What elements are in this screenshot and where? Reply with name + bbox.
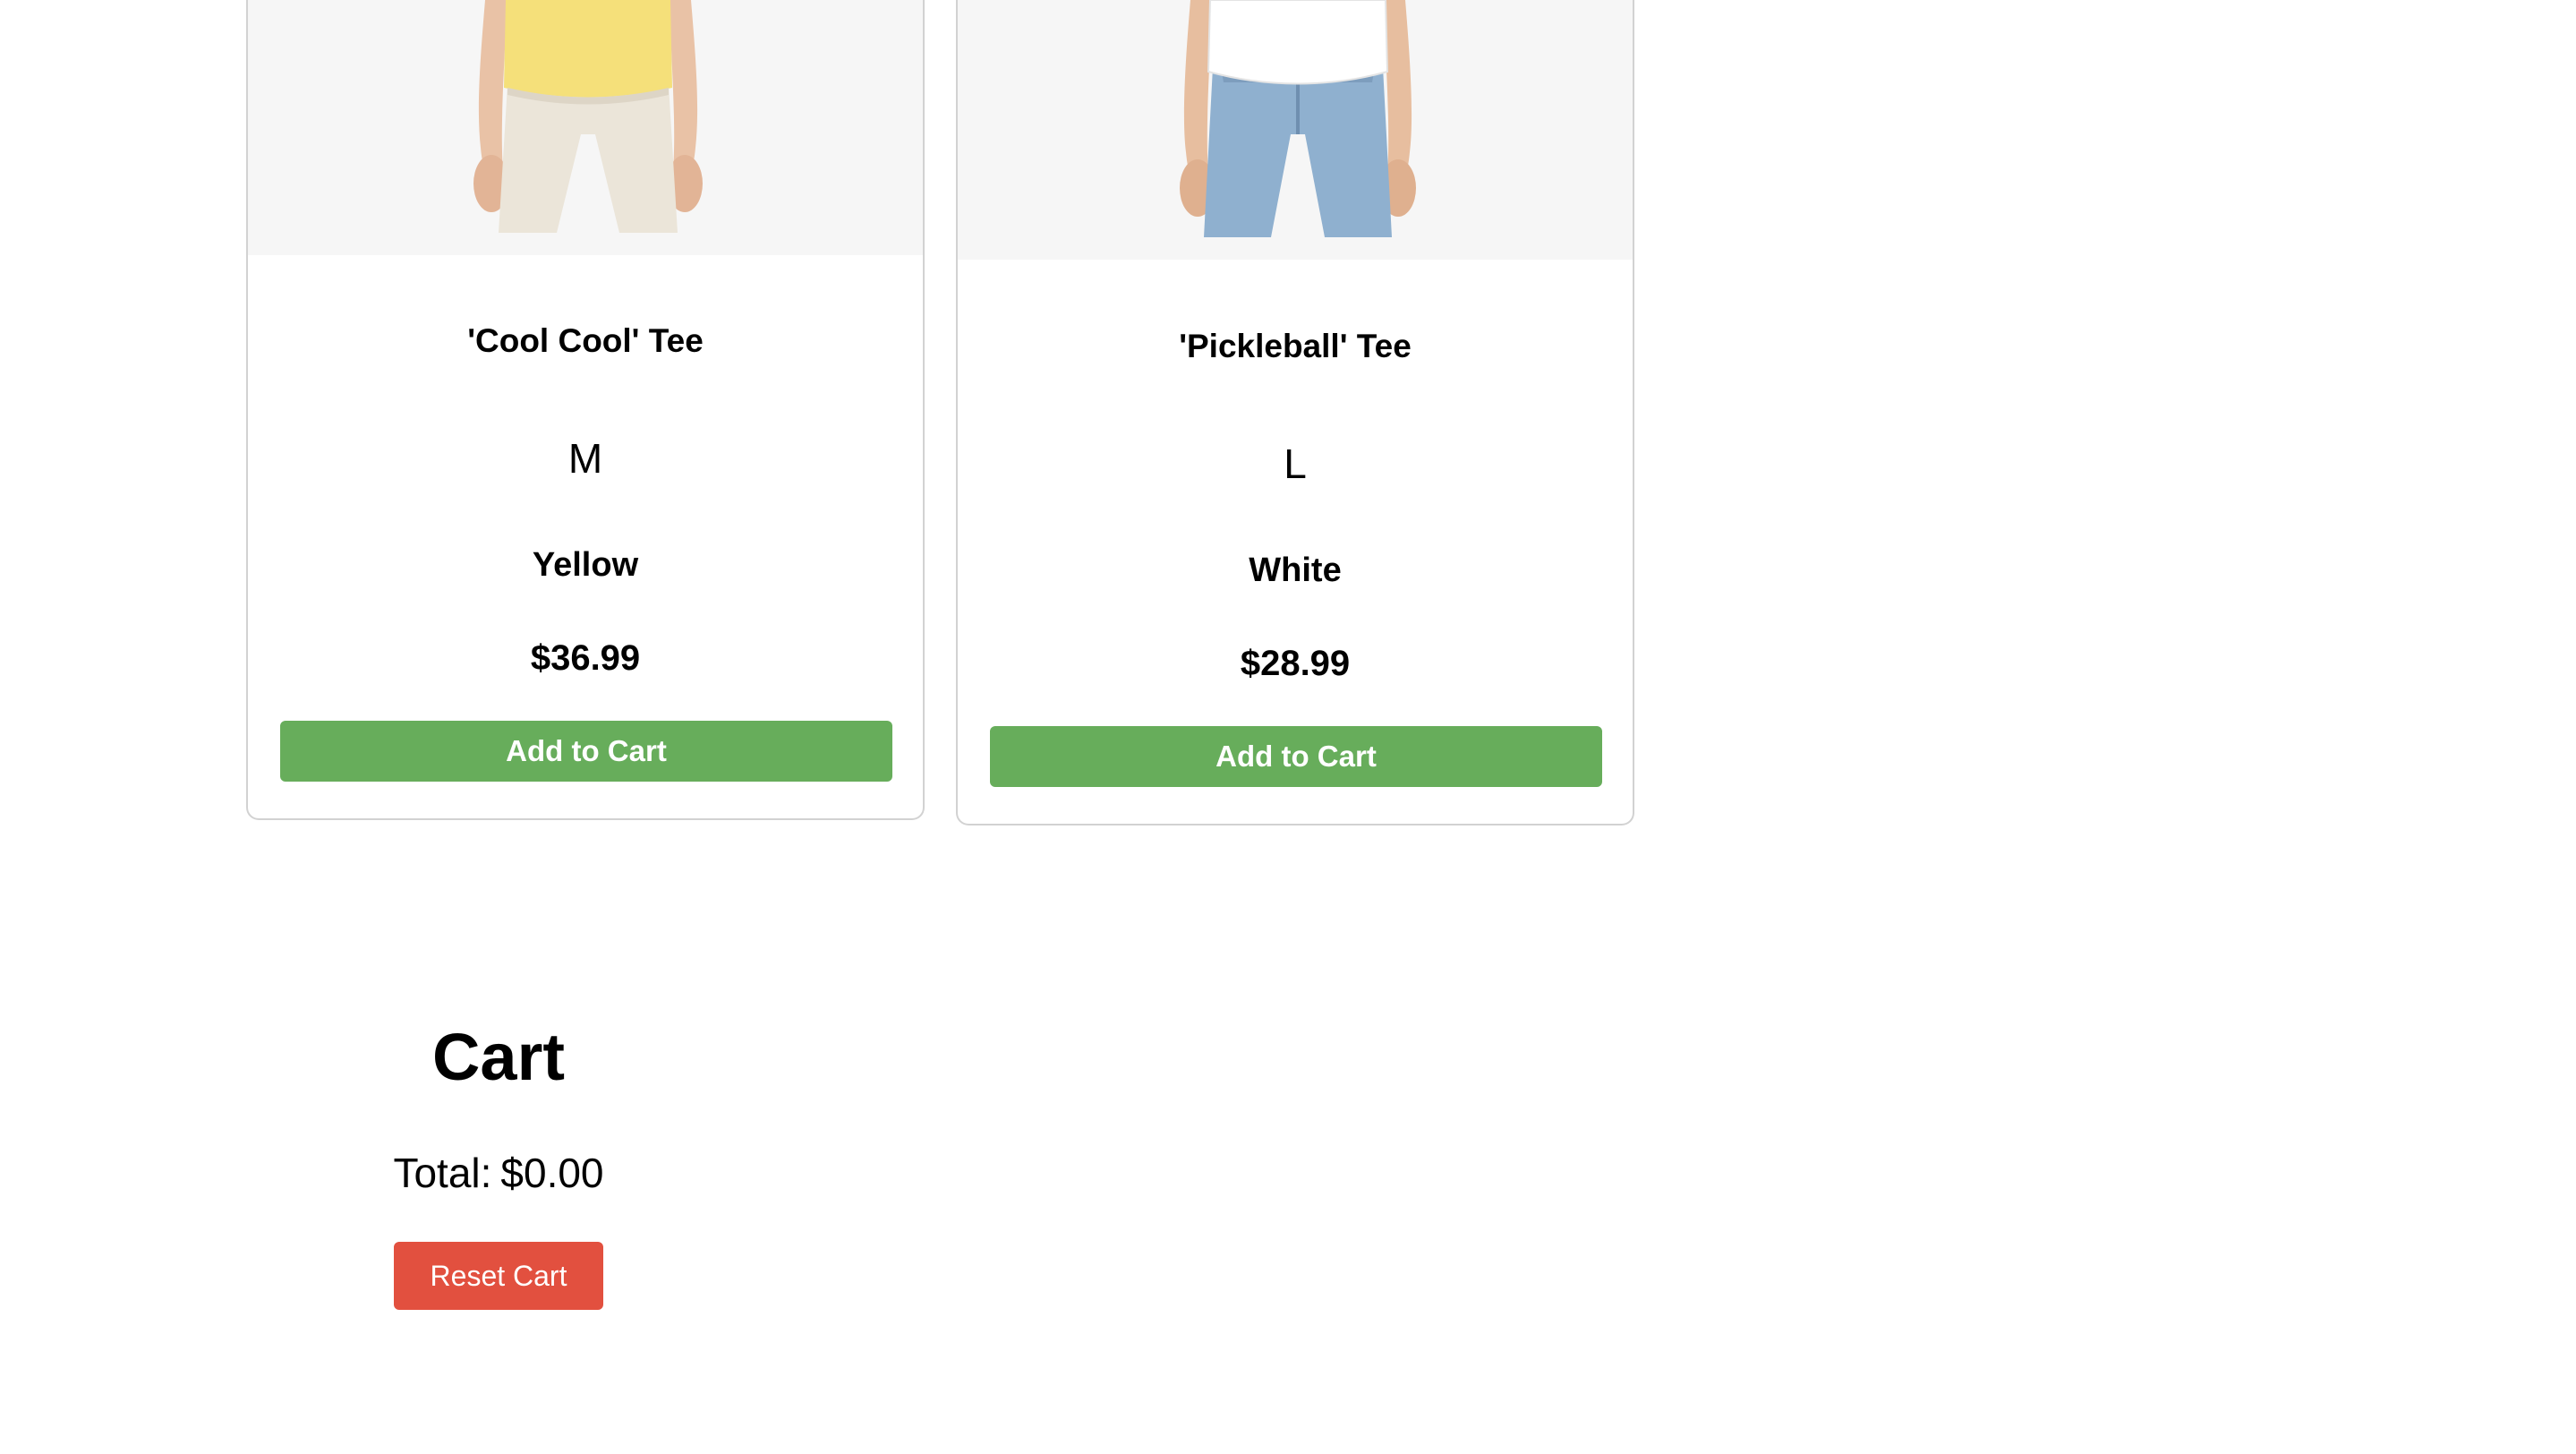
add-to-cart-button[interactable]: Add to Cart [280, 721, 892, 782]
cart-title: Cart [431, 1020, 566, 1094]
reset-cart-button[interactable]: Reset Cart [394, 1242, 603, 1310]
cart-total-value: $0.00 [500, 1150, 604, 1196]
product-color: White [1249, 552, 1342, 589]
product-name: 'Cool Cool' Tee [467, 322, 704, 359]
cart-total: Total: $0.00 [320, 1149, 678, 1197]
product-price: $36.99 [530, 638, 641, 678]
product-size: L [1284, 440, 1307, 487]
product-color: Yellow [532, 546, 639, 584]
add-to-cart-button[interactable]: Add to Cart [990, 726, 1602, 787]
product-name: 'Pickleball' Tee [1179, 328, 1412, 364]
product-image [248, 0, 923, 255]
product-image [958, 0, 1633, 260]
product-card-cool-cool-tee: 'Cool Cool' Tee M Yellow $36.99 Add to C… [246, 0, 925, 820]
product-card-pickleball-tee: 'Pickleball' Tee L White $28.99 Add to C… [956, 0, 1634, 825]
cart-total-label: Total: [393, 1150, 492, 1196]
product-size: M [567, 435, 603, 482]
product-price: $28.99 [1240, 644, 1351, 683]
model-photo-yellow-tee [473, 0, 703, 233]
model-photo-white-tee [1180, 0, 1416, 237]
